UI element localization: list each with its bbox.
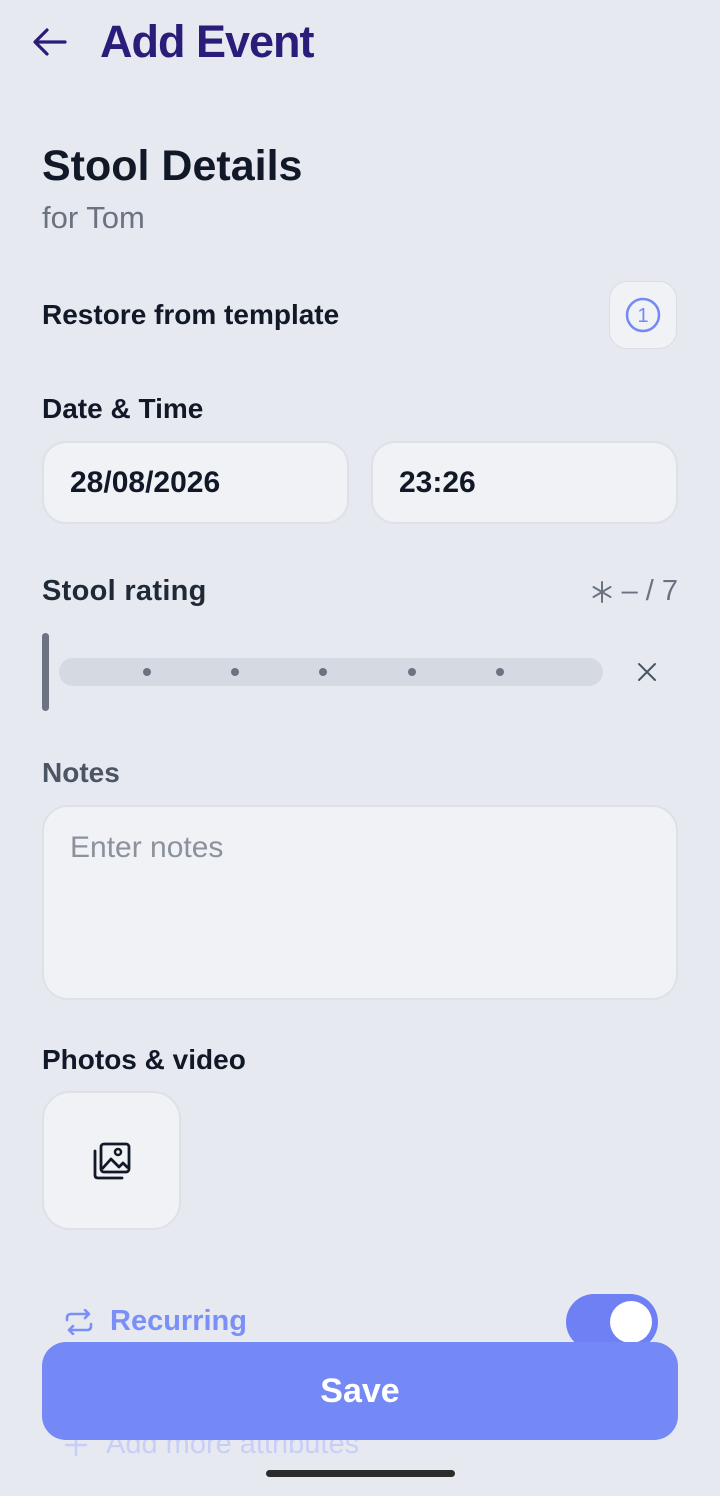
close-icon <box>638 663 656 681</box>
notes-label: Notes <box>42 757 120 788</box>
slider-tick <box>231 668 239 676</box>
restore-template-label: Restore from template <box>42 299 340 330</box>
repeat-icon <box>65 1308 93 1335</box>
gallery-icon <box>93 1142 130 1179</box>
clear-rating-button[interactable] <box>627 652 667 692</box>
home-indicator <box>266 1470 455 1477</box>
save-button[interactable]: Save <box>42 1342 678 1440</box>
section-title: Stool Details <box>42 142 303 190</box>
rating-slider-track[interactable] <box>59 658 603 686</box>
date-field[interactable]: 28/08/2026 <box>42 441 349 524</box>
slider-tick <box>408 668 416 676</box>
photos-video-label: Photos & video <box>42 1044 246 1075</box>
slider-tick <box>496 668 504 676</box>
rating-current: – <box>621 575 638 607</box>
rating-slider-handle[interactable] <box>42 633 49 711</box>
notes-input[interactable] <box>42 805 678 1000</box>
stool-rating-value: – / 7 <box>590 575 678 608</box>
page-title: Add Event <box>100 16 315 67</box>
stool-rating-label: Stool rating <box>42 575 207 607</box>
arrow-left-icon <box>33 28 67 56</box>
section-subtitle: for Tom <box>42 200 145 235</box>
back-button[interactable] <box>28 22 72 62</box>
slider-tick <box>143 668 151 676</box>
recurring-row[interactable]: Recurring <box>64 1305 247 1338</box>
restore-template-button[interactable]: 1 <box>609 281 677 349</box>
rating-max: / 7 <box>645 575 678 607</box>
add-photo-button[interactable] <box>42 1091 181 1230</box>
recurring-label: Recurring <box>110 1305 247 1337</box>
date-time-label: Date & Time <box>42 393 204 424</box>
template-count-icon: 1 <box>625 297 661 333</box>
template-count: 1 <box>637 305 648 327</box>
slider-tick <box>319 668 327 676</box>
time-field[interactable]: 23:26 <box>371 441 678 524</box>
toggle-knob <box>610 1301 652 1343</box>
asterisk-icon <box>592 580 612 603</box>
